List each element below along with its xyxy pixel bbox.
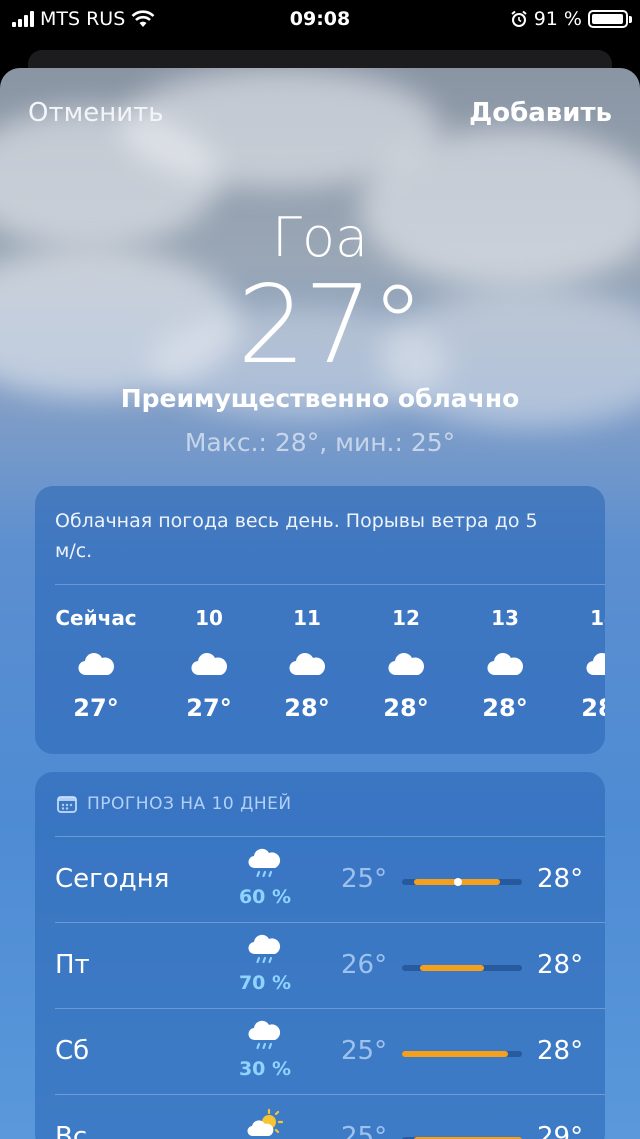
temp-range-bar [402,965,522,971]
forecast-header: ПРОГНОЗ НА 10 ДНЕЙ [57,794,292,814]
hour-temp: 28° [581,694,605,722]
cloud-icon [554,634,605,694]
condition-text: Преимущественно облачно [120,384,520,413]
forecast-row[interactable]: Сб 30 % 25° 28° [35,1008,605,1094]
high-low-text: Макс.: 28°, мин.: 25° [184,428,456,457]
hour-label: 11 [293,606,321,630]
cloud-rain-icon [230,848,300,884]
precip-chance: 60 % [238,886,292,908]
hour-item: 14 28° [554,606,605,722]
forecast-title: ПРОГНОЗ НА 10 ДНЕЙ [87,794,292,814]
battery-group: 91 % [510,8,632,30]
hour-item: 12 28° [356,606,456,722]
hourly-forecast-card: Облачная погода весь день. Порывы ветра … [35,486,605,754]
cancel-button[interactable]: Отменить [28,98,164,128]
precip-chance: 30 % [238,1058,292,1080]
sun-cloud-icon [230,1106,300,1139]
calendar-icon [57,796,77,813]
forecast-day: Сегодня [55,864,170,894]
hour-temp: 27° [73,694,119,722]
battery-percent: 91 % [533,8,582,30]
hour-item: 13 28° [455,606,555,722]
low-temp: 25° [341,1036,388,1066]
alarm-icon [511,10,527,27]
hour-label: 14 [590,606,605,630]
cloud-rain-icon [230,934,300,970]
hour-temp: 27° [186,694,232,722]
high-temp: 28° [537,1036,584,1066]
weather-sheet: Отменить Добавить Гоа 27° Преимущественн… [0,68,640,1139]
high-temp: 29° [537,1122,584,1139]
forecast-row[interactable]: Пт 70 % 26° 28° [35,922,605,1008]
hour-label: 13 [491,606,519,630]
cloud-icon [257,634,357,694]
cloud-icon [46,634,146,694]
hour-item: Сейчас 27° [46,606,146,722]
low-temp: 26° [341,950,388,980]
temp-range-bar [402,1051,522,1057]
hourly-summary: Облачная погода весь день. Порывы ветра … [55,510,538,562]
hour-temp: 28° [284,694,330,722]
forecast-row[interactable]: Сегодня 60 % 25° 28° [35,836,605,922]
temp-range-fill [402,1051,508,1057]
forecast-day: Пт [55,950,90,980]
forecast-row[interactable]: Вс 25° 29° [35,1094,605,1139]
precip-chance: 70 % [238,972,292,994]
low-temp: 25° [341,1122,388,1139]
cloud-icon [159,634,259,694]
battery-icon [588,10,632,28]
high-temp: 28° [537,864,584,894]
high-temp: 28° [537,950,584,980]
cloud-rain-icon [230,1020,300,1056]
hour-label: 10 [195,606,223,630]
hour-item: 10 27° [159,606,259,722]
forecast-day: Вс [55,1122,88,1139]
cloud-icon [455,634,555,694]
hour-item: 11 28° [257,606,357,722]
ten-day-forecast-card: ПРОГНОЗ НА 10 ДНЕЙ Сегодня 60 % 25° 28° Пт 70… [35,772,605,1139]
hour-label: 12 [392,606,420,630]
status-bar: MTS RUS 09:08 91 % [0,0,640,40]
low-temp: 25° [341,864,388,894]
hour-temp: 28° [383,694,429,722]
divider [55,584,605,585]
temp-range-fill [420,965,484,971]
forecast-day: Сб [55,1036,90,1066]
temp-range-bar [402,878,522,886]
hour-label: Сейчас [55,606,137,630]
add-button[interactable]: Добавить [469,98,612,128]
city-name: Гоа [271,206,369,269]
cloud-icon [356,634,456,694]
current-temperature: 27° [237,263,424,388]
hour-temp: 28° [482,694,528,722]
